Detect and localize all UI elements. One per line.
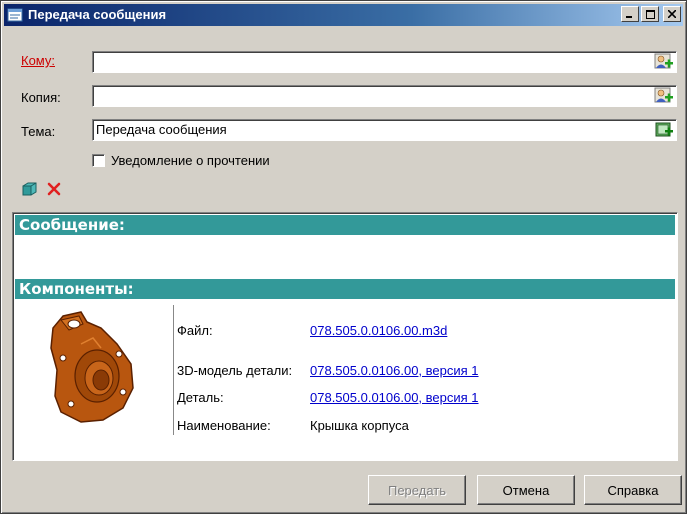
close-button[interactable] bbox=[663, 6, 681, 22]
subject-field[interactable] bbox=[92, 119, 677, 141]
dialog-window: Передача сообщения Кому: Копия: Тема: Пе… bbox=[0, 0, 687, 514]
message-body[interactable] bbox=[17, 237, 673, 277]
subject-label: Тема: bbox=[21, 124, 55, 139]
maximize-button[interactable] bbox=[641, 6, 659, 22]
name-value: Крышка корпуса bbox=[310, 418, 409, 433]
model-prop-label: 3D-модель детали: bbox=[177, 363, 293, 378]
part-prop-label: Деталь: bbox=[177, 390, 224, 405]
to-field[interactable] bbox=[92, 51, 677, 73]
to-label-text: Кому: bbox=[21, 53, 55, 68]
cc-field[interactable] bbox=[92, 85, 677, 107]
read-receipt-checkbox[interactable] bbox=[92, 154, 105, 167]
cc-label-text: Копия: bbox=[21, 90, 61, 105]
title-bar[interactable]: Передача сообщения bbox=[4, 4, 683, 26]
message-panel: Сообщение: Компоненты: Файл: 078.505.0.0… bbox=[12, 212, 678, 461]
cancel-button[interactable]: Отмена bbox=[477, 475, 575, 505]
part-link[interactable]: 078.505.0.0106.00, версия 1 bbox=[310, 390, 479, 405]
close-icon bbox=[668, 10, 676, 18]
window-title: Передача сообщения bbox=[28, 7, 167, 22]
read-receipt-option[interactable]: Уведомление о прочтении bbox=[92, 153, 270, 168]
minimize-button[interactable] bbox=[621, 6, 639, 22]
subject-label-text: Тема: bbox=[21, 124, 56, 139]
address-book-icon[interactable] bbox=[654, 53, 674, 70]
add-document-icon[interactable] bbox=[654, 121, 674, 138]
components-toolbar bbox=[21, 181, 61, 197]
address-book-icon[interactable] bbox=[654, 87, 674, 104]
to-label: Кому: bbox=[21, 53, 55, 68]
file-prop-label: Файл: bbox=[177, 323, 213, 338]
part-thumbnail bbox=[50, 311, 134, 423]
cc-label: Копия: bbox=[21, 90, 61, 105]
components-divider bbox=[173, 305, 174, 435]
cc-input[interactable] bbox=[96, 87, 650, 104]
model-link[interactable]: 078.505.0.0106.00, версия 1 bbox=[310, 363, 479, 378]
read-receipt-label: Уведомление о прочтении bbox=[111, 153, 270, 168]
maximize-icon bbox=[645, 9, 655, 19]
components-header: Компоненты: bbox=[15, 279, 675, 299]
delete-icon[interactable] bbox=[47, 182, 61, 196]
subject-input[interactable] bbox=[96, 121, 650, 138]
to-input[interactable] bbox=[96, 53, 650, 70]
message-header: Сообщение: bbox=[15, 215, 675, 235]
app-icon bbox=[7, 8, 23, 22]
name-prop-label: Наименование: bbox=[177, 418, 271, 433]
send-button[interactable]: Передать bbox=[368, 475, 466, 505]
file-link[interactable]: 078.505.0.0106.00.m3d bbox=[310, 323, 447, 338]
minimize-icon bbox=[626, 16, 632, 18]
add-component-icon[interactable] bbox=[21, 181, 39, 197]
help-button[interactable]: Справка bbox=[584, 475, 682, 505]
